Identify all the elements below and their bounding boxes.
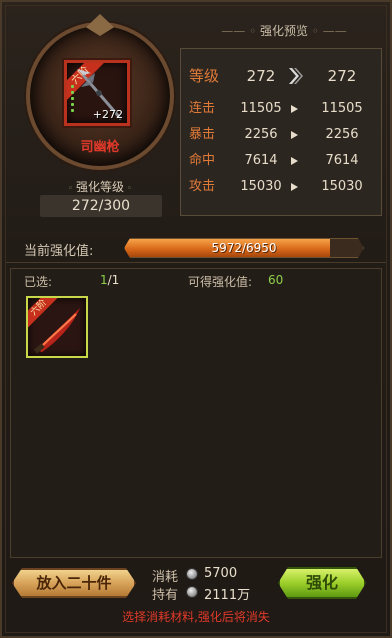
- hint-text: 选择消耗材料,强化后将消失: [122, 610, 270, 624]
- arrow-right-icon: [291, 157, 298, 165]
- progress-text: 5972/6950: [211, 241, 277, 255]
- stat-row-hit: 命中 7614 7614: [181, 149, 381, 173]
- equipment-slot[interactable]: 六阶 +272: [64, 60, 130, 126]
- stat-label: 攻击: [189, 179, 216, 194]
- cost-value: 5700: [204, 566, 238, 581]
- divider: [6, 262, 386, 263]
- hold-label: 持有: [152, 588, 179, 603]
- stat-next: 15030: [321, 179, 363, 194]
- put-twenty-button[interactable]: 放入二十件: [12, 568, 136, 598]
- hold-value: 2111万: [204, 588, 251, 603]
- gain-label: 可得强化值:: [188, 275, 253, 289]
- stat-next: 7614: [325, 153, 359, 168]
- stat-current: 272: [246, 67, 276, 85]
- stat-row-level: 等级 272 272: [181, 61, 381, 85]
- blade-icon: [33, 308, 80, 354]
- arrow-right-icon: [291, 183, 298, 191]
- stat-label: 等级: [189, 67, 220, 85]
- gain-value: 60: [268, 273, 284, 287]
- preview-title: —— ◦ 强化预览 ◦ ——: [221, 24, 347, 38]
- double-arrow-icon: [289, 68, 303, 84]
- arrow-right-icon: [291, 105, 298, 113]
- enhance-level-value: 272/300: [40, 195, 162, 217]
- preview-panel: 等级 272 272 连击 11505 11505 暴击 2256 2256 命…: [180, 48, 382, 216]
- stat-next: 11505: [321, 101, 363, 116]
- stat-next: 2256: [325, 127, 359, 142]
- stat-row-crit: 暴击 2256 2256: [181, 123, 381, 147]
- selected-count: 1/1: [100, 273, 120, 287]
- item-level: +272: [92, 108, 123, 121]
- stat-current: 15030: [240, 179, 282, 194]
- progress-label: 当前强化值:: [24, 244, 94, 259]
- stat-label: 命中: [189, 153, 216, 168]
- stat-label: 暴击: [189, 127, 216, 142]
- stat-label: 连击: [189, 101, 216, 116]
- stat-row-attack: 攻击 15030 15030: [181, 175, 381, 199]
- stat-row-combo: 连击 11505 11505: [181, 97, 381, 121]
- stat-current: 2256: [244, 127, 278, 142]
- silver-coin-icon: [186, 586, 198, 598]
- arrow-right-icon: [291, 131, 298, 139]
- enhance-level-label: ◦ 强化等级 ◦: [67, 180, 133, 194]
- material-item[interactable]: 六阶: [26, 296, 88, 358]
- silver-coin-icon: [186, 568, 198, 580]
- stat-current: 7614: [244, 153, 278, 168]
- selected-label: 已选:: [24, 275, 53, 289]
- stat-next: 272: [327, 67, 357, 85]
- cost-label: 消耗: [152, 570, 179, 585]
- item-name: 司幽枪: [80, 140, 120, 155]
- enhance-button[interactable]: 强化: [278, 567, 366, 599]
- enhance-progress-bar: 5972/6950: [124, 238, 364, 258]
- stat-current: 11505: [240, 101, 282, 116]
